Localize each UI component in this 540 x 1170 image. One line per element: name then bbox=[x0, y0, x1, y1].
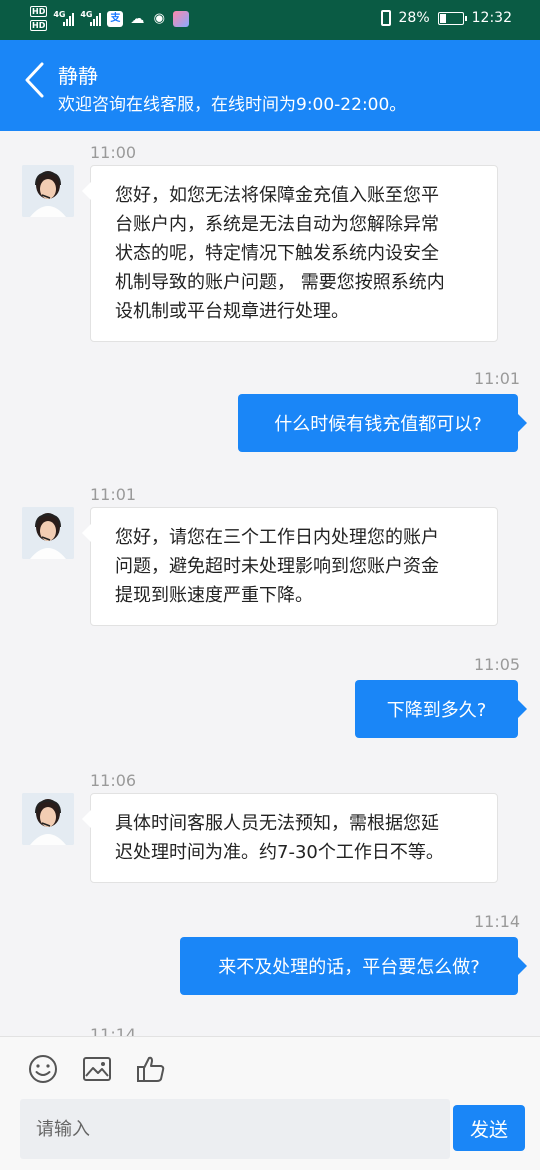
agent-message-bubble: 您好，如您无法将保障金充值入账至您平 台账户内，系统是无法自动为您解除异常 状态… bbox=[82, 165, 498, 342]
message-time: 11:05 bbox=[474, 655, 521, 674]
vibrate-icon bbox=[380, 10, 391, 26]
chat-header: 静静 欢迎咨询在线客服，在线时间为9:00-22:00。 bbox=[0, 40, 540, 131]
message-text: 什么时候有钱充值都可以? bbox=[274, 414, 482, 435]
alipay-icon: 支 bbox=[107, 10, 124, 27]
message-line: 具体时间客服人员无法预知，需根据您延 bbox=[115, 813, 439, 834]
message-line: 台账户内，系统是无法自动为您解除异常 bbox=[115, 214, 439, 235]
message-time: 11:00 bbox=[90, 143, 137, 162]
signal-4g-icon: 4G bbox=[80, 10, 102, 26]
send-button[interactable]: 发送 bbox=[453, 1105, 525, 1151]
message-line: 设机制或平台规章进行处理。 bbox=[115, 301, 349, 322]
agent-avatar bbox=[22, 507, 74, 559]
composer: 发送 bbox=[0, 1036, 540, 1170]
signal-4g-icon: 4G bbox=[53, 10, 75, 26]
message-line: 机制导致的账户问题， 需要您按照系统内 bbox=[115, 272, 445, 293]
message-line: 迟处理时间为准。约7-30个工作日不等。 bbox=[115, 842, 444, 863]
app-icon bbox=[173, 10, 190, 27]
user-message-bubble: 什么时候有钱充值都可以? bbox=[238, 394, 527, 452]
message-time: 11:06 bbox=[90, 771, 137, 790]
status-right: 28% 12:32 bbox=[380, 10, 512, 26]
agent-name: 静静 bbox=[58, 64, 98, 88]
cloud-icon: ☁ bbox=[130, 10, 145, 27]
clock: 12:32 bbox=[471, 10, 512, 26]
message-input[interactable] bbox=[20, 1099, 450, 1159]
message-time: 11:01 bbox=[474, 369, 521, 388]
user-message-bubble: 下降到多久? bbox=[355, 680, 527, 738]
agent-avatar bbox=[22, 793, 74, 845]
battery-percent: 28% bbox=[398, 10, 430, 26]
battery-icon bbox=[437, 11, 467, 25]
back-arrow-icon[interactable] bbox=[22, 60, 52, 100]
service-hours-notice: 欢迎咨询在线客服，在线时间为9:00-22:00。 bbox=[58, 95, 407, 115]
hd-icon: HD HD bbox=[30, 6, 48, 31]
message-line: 您好，如您无法将保障金充值入账至您平 bbox=[115, 185, 439, 206]
message-line: 您好，请您在三个工作日内处理您的账户 bbox=[115, 527, 439, 548]
wechat-icon: ◉ bbox=[153, 10, 166, 26]
message-time: 11:14 bbox=[90, 1025, 137, 1036]
emoji-icon[interactable] bbox=[27, 1053, 59, 1085]
status-left: HD HD 4G 4G 支 ☁ ◉ bbox=[30, 6, 190, 31]
message-line: 问题，避免超时未处理影响到您账户资金 bbox=[115, 556, 439, 577]
thumbs-up-icon[interactable] bbox=[135, 1053, 167, 1085]
message-time: 11:14 bbox=[474, 912, 521, 931]
message-line: 状态的呢，特定情况下触发系统内设安全 bbox=[115, 243, 439, 264]
chat-area[interactable]: 11:00 您好，如您无法将保障金充值入账至您平 台账户内，系统是无法自动为您解… bbox=[0, 131, 540, 1036]
message-time: 11:01 bbox=[90, 485, 137, 504]
message-line: 提现到账速度严重下降。 bbox=[115, 585, 313, 606]
message-text: 来不及处理的话，平台要怎么做? bbox=[218, 957, 480, 978]
agent-message-bubble: 您好，请您在三个工作日内处理您的账户 问题，避免超时未处理影响到您账户资金 提现… bbox=[82, 507, 498, 626]
status-bar: HD HD 4G 4G 支 ☁ ◉ 28% 12:32 bbox=[0, 0, 540, 40]
image-icon[interactable] bbox=[81, 1053, 113, 1085]
message-text: 下降到多久? bbox=[386, 700, 487, 721]
agent-message-bubble: 具体时间客服人员无法预知，需根据您延 迟处理时间为准。约7-30个工作日不等。 bbox=[82, 793, 498, 883]
agent-avatar bbox=[22, 165, 74, 217]
user-message-bubble: 来不及处理的话，平台要怎么做? bbox=[180, 937, 527, 995]
